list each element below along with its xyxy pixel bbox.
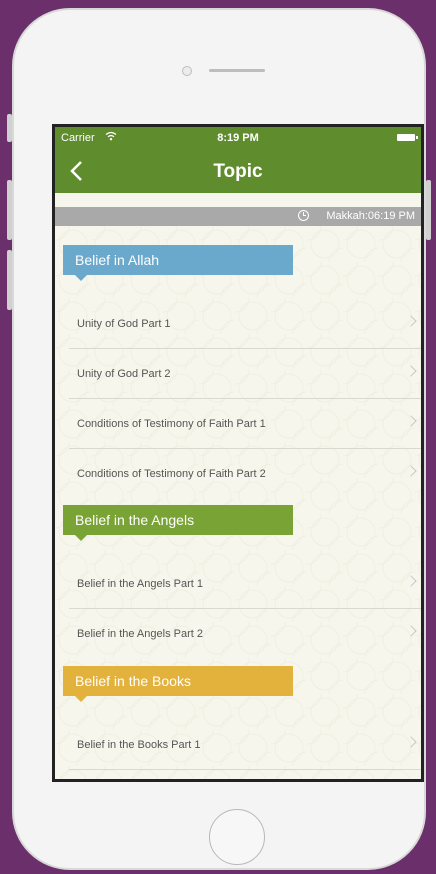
home-button[interactable]	[209, 809, 265, 865]
phone-frame: Carrier 8:19 PM Topic Makkah:06:19 PM Be…	[7, 8, 431, 870]
category-title: Belief in the Books	[75, 673, 191, 689]
chevron-right-icon	[405, 736, 417, 748]
category-banner-belief-in-allah: Belief in Allah	[63, 245, 293, 281]
mute-switch	[7, 114, 12, 142]
banner-notch	[75, 696, 87, 702]
volume-down-button	[7, 250, 12, 310]
chevron-right-icon	[405, 315, 417, 327]
topic-label: Conditions of Testimony of Faith Part 2	[77, 468, 266, 480]
status-time: 8:19 PM	[217, 132, 259, 144]
camera-dot	[182, 66, 192, 76]
topic-label: Belief in the Books Part 1	[77, 739, 201, 751]
category-title: Belief in the Angels	[75, 512, 195, 528]
chevron-right-icon	[405, 465, 417, 477]
topic-row[interactable]: Conditions of Testimony of Faith Part 2	[69, 449, 421, 499]
topic-row[interactable]: Belief in the Books Part 1	[69, 720, 421, 770]
topic-row[interactable]: Belief in the Angels Part 1	[69, 559, 421, 609]
status-bar: Carrier 8:19 PM	[55, 127, 421, 149]
power-button	[426, 180, 431, 240]
topic-label: Belief in the Angels Part 2	[77, 628, 203, 640]
battery-icon	[397, 134, 418, 141]
topic-row[interactable]: Belief in the Angels Part 2	[69, 609, 421, 659]
page-title: Topic	[213, 161, 263, 182]
topic-label: Unity of God Part 2	[77, 368, 171, 380]
category-banner-belief-in-the-angels: Belief in the Angels	[63, 505, 293, 541]
prayer-time-text: Makkah:06:19 PM	[326, 210, 415, 222]
banner-notch	[75, 535, 87, 541]
topic-row[interactable]: Unity of God Part 1	[69, 299, 421, 349]
chevron-right-icon	[405, 575, 417, 587]
navigation-bar: Topic	[55, 149, 421, 193]
chevron-right-icon	[405, 365, 417, 377]
category-title: Belief in Allah	[75, 252, 160, 268]
topic-list: Belief in Allah Unity of God Part 1 Unit…	[55, 226, 421, 779]
topic-label: Conditions of Testimony of Faith Part 1	[77, 418, 266, 430]
topic-label: Unity of God Part 1	[77, 318, 171, 330]
topic-label: Belief in the Angels Part 1	[77, 578, 203, 590]
topic-row[interactable]: Conditions of Testimony of Faith Part 1	[69, 399, 421, 449]
banner-notch	[75, 275, 87, 281]
volume-up-button	[7, 180, 12, 240]
topic-row[interactable]: Unity of God Part 2	[69, 349, 421, 399]
category-banner-belief-in-the-books: Belief in the Books	[63, 666, 293, 702]
clock-icon	[298, 210, 309, 221]
chevron-right-icon	[405, 625, 417, 637]
prayer-time-strip: Makkah:06:19 PM	[55, 207, 421, 226]
speaker-grille	[209, 69, 265, 72]
screen: Carrier 8:19 PM Topic Makkah:06:19 PM Be…	[52, 124, 424, 782]
chevron-right-icon	[405, 415, 417, 427]
